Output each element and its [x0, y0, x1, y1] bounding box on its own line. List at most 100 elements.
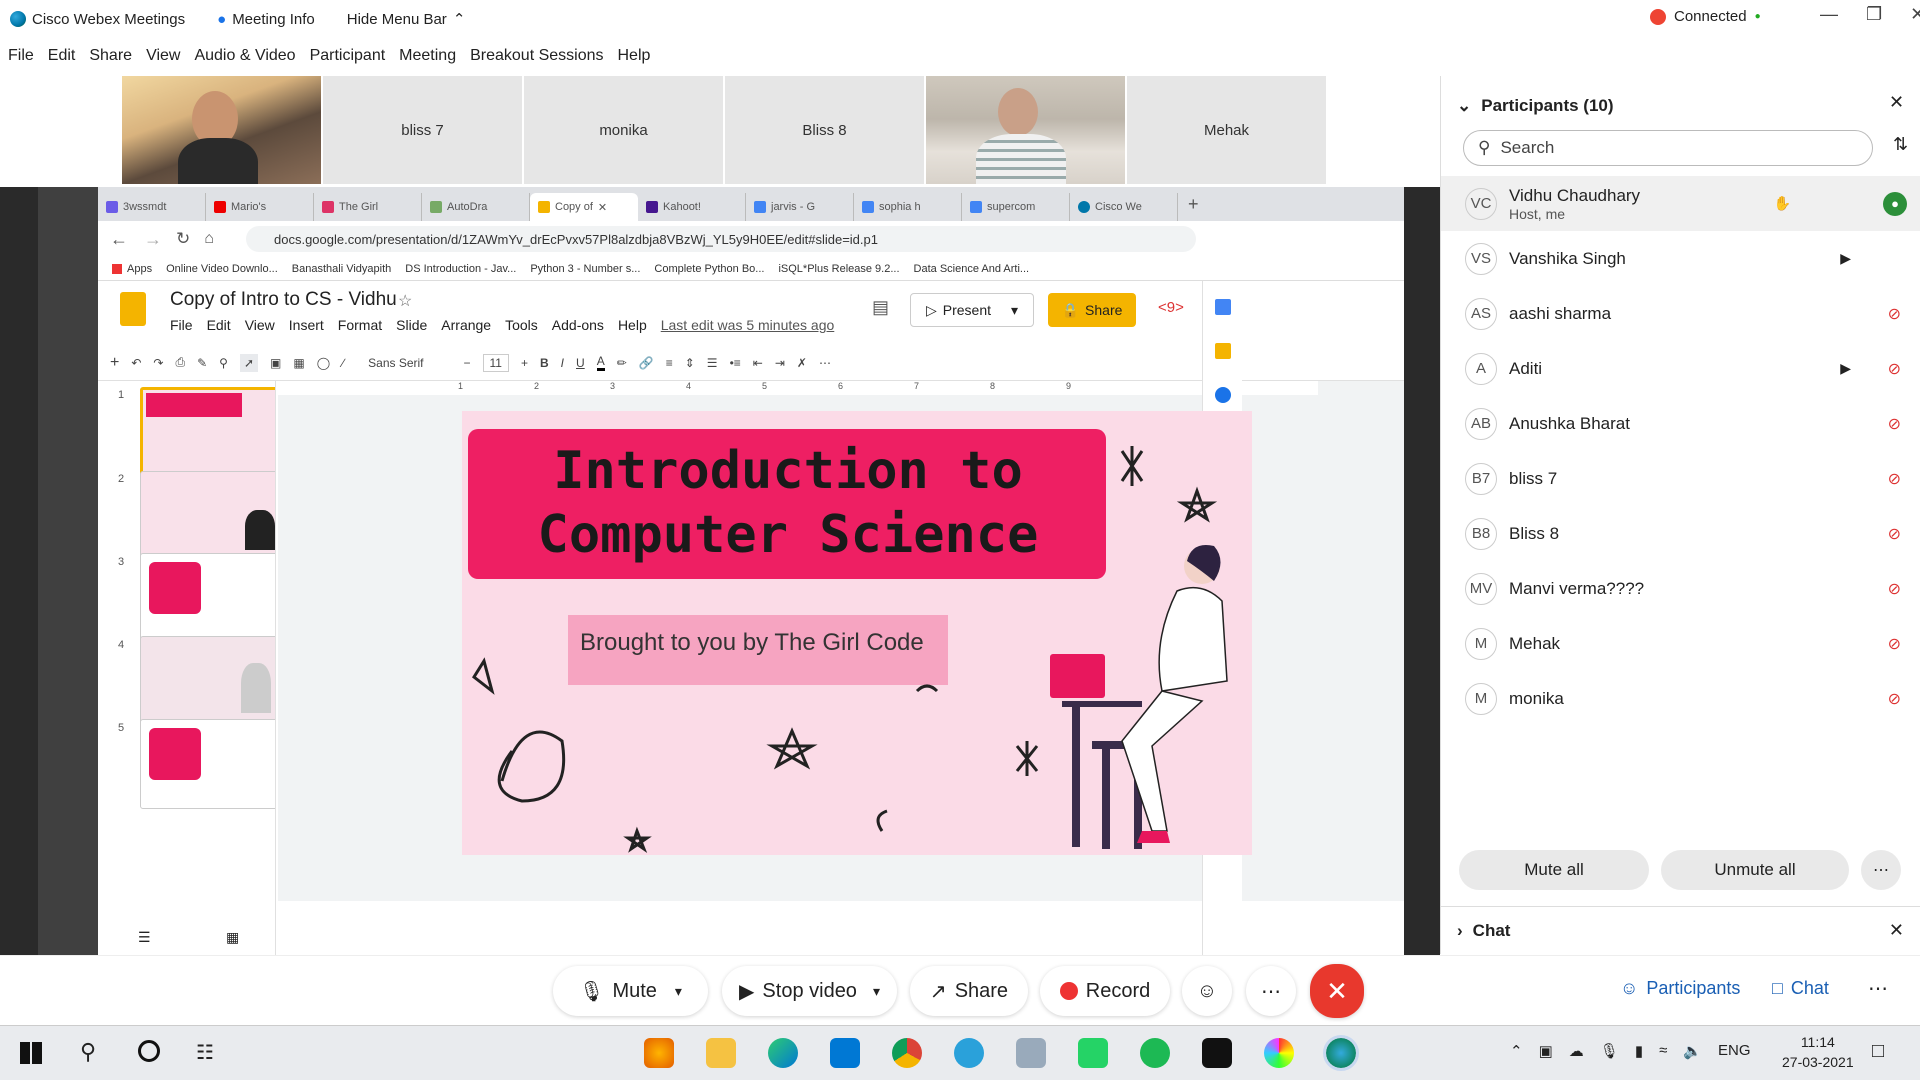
film-slide-4[interactable]: [140, 636, 275, 726]
menu-audio-video[interactable]: Audio & Video: [194, 47, 295, 65]
firefox-icon[interactable]: [644, 1038, 674, 1068]
chevron-down-icon[interactable]: ▾: [675, 983, 682, 1000]
participant-row[interactable]: VS Vanshika Singh ▶: [1441, 231, 1920, 286]
slides-menu-help[interactable]: Help: [618, 317, 647, 333]
close-tab-icon[interactable]: ✕: [598, 201, 607, 214]
slides-menu-arrange[interactable]: Arrange: [441, 317, 491, 333]
new-tab-icon[interactable]: +: [1188, 194, 1199, 215]
more-panels-icon[interactable]: ⋯: [1868, 976, 1888, 1001]
participant-row[interactable]: B8 Bliss 8 ⊘: [1441, 506, 1920, 561]
mic-muted-icon[interactable]: ⊘: [1888, 524, 1901, 544]
addon-icon[interactable]: <9>: [1158, 299, 1184, 316]
browser-tab[interactable]: 3wssmdt: [98, 193, 206, 221]
redo-icon[interactable]: ↷: [153, 356, 163, 370]
mic-muted-icon[interactable]: ⊘: [1888, 304, 1901, 324]
filmstrip-view-icon[interactable]: ▦: [226, 929, 239, 946]
hide-menu-bar-button[interactable]: Hide Menu Bar ⌃: [347, 10, 466, 29]
font-size-decrease-icon[interactable]: −: [464, 356, 471, 370]
battery-icon[interactable]: ▮: [1635, 1042, 1643, 1060]
record-button[interactable]: Record: [1040, 966, 1170, 1016]
close-panel-icon[interactable]: ✕: [1889, 92, 1904, 113]
underline-icon[interactable]: U: [576, 356, 585, 370]
clock[interactable]: 11:14 27-03-2021: [1782, 1032, 1854, 1072]
video-icon[interactable]: ▶: [1840, 360, 1851, 377]
file-explorer-icon[interactable]: [706, 1038, 736, 1068]
film-slide-5[interactable]: [140, 719, 275, 809]
indent-increase-icon[interactable]: ⇥: [775, 356, 785, 370]
new-slide-icon[interactable]: +: [110, 354, 119, 372]
participant-row[interactable]: VC Vidhu Chaudhary Host, me ✋ ●: [1441, 176, 1920, 231]
bookmark[interactable]: Python 3 - Number s...: [530, 263, 640, 275]
chat-toggle[interactable]: □ Chat: [1772, 978, 1829, 999]
cloud-icon[interactable]: ☁: [1569, 1042, 1584, 1060]
menu-help[interactable]: Help: [618, 47, 651, 65]
search-icon[interactable]: ⚲: [80, 1039, 96, 1065]
slides-menu-format[interactable]: Format: [338, 317, 382, 333]
menu-share[interactable]: Share: [89, 47, 132, 65]
browser-tab-active[interactable]: Copy of ✕: [530, 193, 638, 221]
textbox-icon[interactable]: ▣: [270, 356, 281, 370]
mute-all-button[interactable]: Mute all: [1459, 850, 1649, 890]
menu-breakout-sessions[interactable]: Breakout Sessions: [470, 47, 603, 65]
mute-button[interactable]: 🎙 Mute ▾: [553, 966, 708, 1016]
video-thumb-monika[interactable]: monika: [524, 76, 723, 184]
clear-format-icon[interactable]: ✗: [797, 356, 807, 370]
zoom-icon[interactable]: ⚲: [219, 356, 228, 370]
raise-hand-icon[interactable]: ✋: [1774, 195, 1791, 212]
tasks-icon[interactable]: [1215, 387, 1231, 403]
film-slide-2[interactable]: [140, 471, 275, 561]
more-controls-icon[interactable]: ⋯: [1246, 966, 1296, 1016]
select-icon[interactable]: ➚: [239, 353, 258, 372]
video-thumb-self[interactable]: [122, 76, 321, 184]
comments-icon[interactable]: ▤: [872, 297, 889, 318]
vscode-icon[interactable]: [830, 1038, 860, 1068]
bookmark[interactable]: Online Video Downlo...: [166, 263, 278, 275]
chat-section-header[interactable]: › Chat ✕: [1440, 906, 1920, 954]
back-icon[interactable]: ←: [110, 229, 128, 250]
sort-icon[interactable]: ⇅: [1893, 134, 1908, 155]
italic-icon[interactable]: I: [561, 356, 564, 370]
link-icon[interactable]: 🔗: [639, 356, 654, 370]
browser-tab[interactable]: sophia h: [854, 193, 962, 221]
notifications-icon[interactable]: □: [1872, 1040, 1884, 1063]
mic-muted-icon[interactable]: ⊘: [1888, 634, 1901, 654]
browser-tab[interactable]: Mario's: [206, 193, 314, 221]
participant-row[interactable]: A Aditi ▶ ⊘: [1441, 341, 1920, 396]
font-size-increase-icon[interactable]: +: [521, 356, 528, 370]
participant-search-input[interactable]: ⚲ Search: [1463, 130, 1873, 166]
spotify-icon[interactable]: [1140, 1038, 1170, 1068]
bookmark[interactable]: DS Introduction - Jav...: [405, 263, 516, 275]
mic-muted-icon[interactable]: ⊘: [1888, 579, 1901, 599]
highlight-icon[interactable]: ✏: [617, 356, 627, 370]
chevron-down-icon[interactable]: ▾: [873, 983, 880, 1000]
whatsapp-icon[interactable]: [1078, 1038, 1108, 1068]
browser-tab[interactable]: jarvis - G: [746, 193, 854, 221]
share-doc-button[interactable]: 🔒 Share: [1048, 293, 1136, 327]
star-icon[interactable]: ☆: [398, 291, 412, 311]
browser-tab[interactable]: Cisco We: [1070, 193, 1178, 221]
address-bar[interactable]: docs.google.com/presentation/d/1ZAWmYv_d…: [246, 226, 1196, 252]
align-icon[interactable]: ≡: [666, 356, 673, 370]
shape-icon[interactable]: ◯: [317, 356, 330, 370]
video-thumb-bliss7[interactable]: bliss 7: [323, 76, 522, 184]
menu-meeting[interactable]: Meeting: [399, 47, 456, 65]
close-chat-icon[interactable]: ✕: [1889, 920, 1904, 941]
browser-tab[interactable]: The Girl: [314, 193, 422, 221]
slides-menu-edit[interactable]: Edit: [207, 317, 231, 333]
indent-decrease-icon[interactable]: ⇤: [753, 356, 763, 370]
calendar-icon[interactable]: [1215, 299, 1231, 315]
line-spacing-icon[interactable]: ⇕: [685, 356, 695, 370]
pycharm-icon[interactable]: [1202, 1038, 1232, 1068]
bookmark[interactable]: Banasthali Vidyapith: [292, 263, 391, 275]
participant-row[interactable]: AS aashi sharma ⊘: [1441, 286, 1920, 341]
language-indicator[interactable]: ENG: [1718, 1042, 1751, 1060]
film-slide-3[interactable]: [140, 553, 275, 643]
bulleted-list-icon[interactable]: •≡: [730, 356, 741, 370]
participant-row[interactable]: MV Manvi verma???? ⊘: [1441, 561, 1920, 616]
slides-menu-tools[interactable]: Tools: [505, 317, 538, 333]
participant-row[interactable]: B7 bliss 7 ⊘: [1441, 451, 1920, 506]
menu-file[interactable]: File: [8, 47, 34, 65]
browser-tab[interactable]: Kahoot!: [638, 193, 746, 221]
bookmark[interactable]: Data Science And Arti...: [914, 263, 1030, 275]
chrome-icon[interactable]: [892, 1038, 922, 1068]
